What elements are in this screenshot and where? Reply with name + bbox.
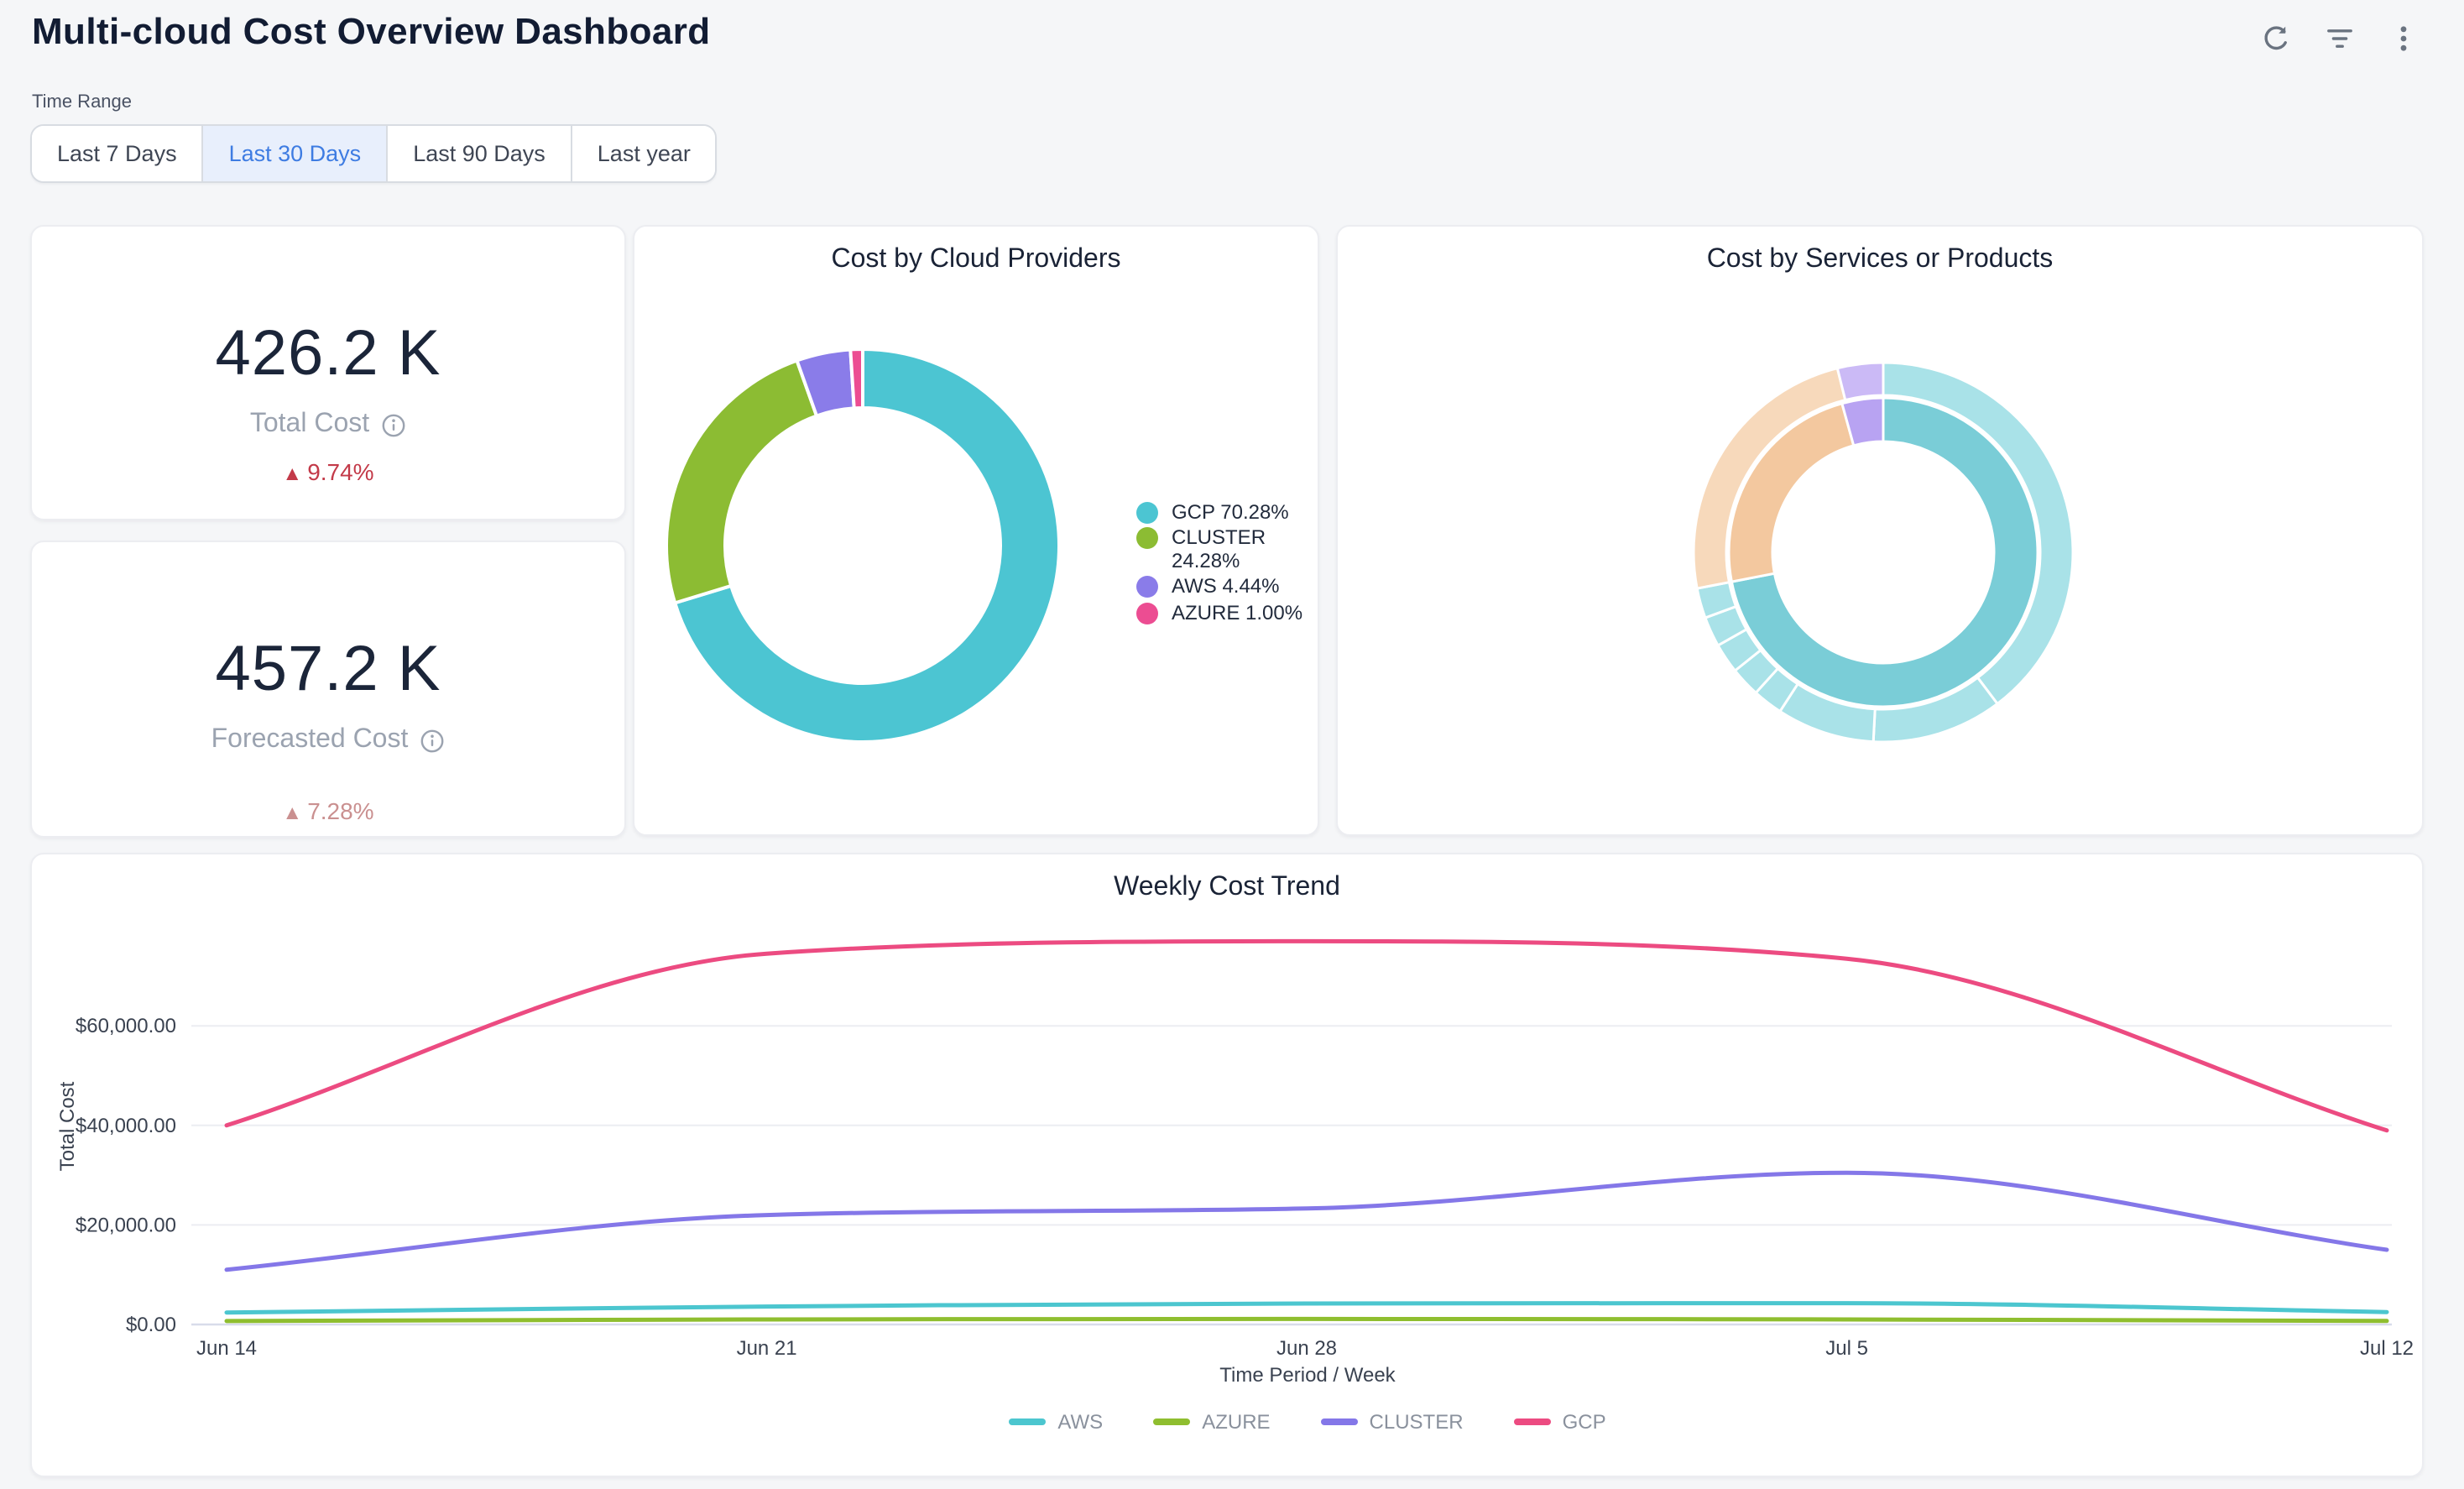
trend-line-CLUSTER [227, 1173, 2387, 1270]
up-triangle-icon: ▲ [282, 462, 302, 485]
header-toolbar [2259, 22, 2420, 55]
trend-line-GCP [227, 941, 2387, 1130]
dashboard-page: { "header": { "title": "Multi-cloud Cost… [0, 0, 2464, 1489]
time-range-button-last-year[interactable]: Last year [572, 126, 716, 181]
x-axis-title: Time Period / Week [190, 1363, 2425, 1387]
trend-legend-item-AWS[interactable]: AWS [1009, 1410, 1103, 1434]
legend-label: GCP 70.28% [1172, 500, 1289, 524]
time-range-button-last-30-days[interactable]: Last 30 Days [204, 126, 389, 181]
x-tick-label: Jun 21 [737, 1337, 797, 1360]
refresh-icon[interactable] [2259, 22, 2293, 55]
y-tick-label: $20,000.00 [76, 1214, 176, 1236]
forecasted-cost-value: 457.2 K [32, 638, 624, 702]
legend-label: AWS [1057, 1410, 1103, 1434]
y-tick-label: $0.00 [126, 1314, 176, 1336]
kebab-menu-icon[interactable] [2387, 22, 2420, 55]
y-tick-label: $60,000.00 [76, 1015, 176, 1037]
legend-label: GCP [1563, 1410, 1606, 1434]
donut-segment-AZURE[interactable] [850, 349, 863, 408]
trend-line-AZURE [227, 1319, 2387, 1320]
trend-legend-item-GCP[interactable]: GCP [1514, 1410, 1606, 1434]
info-icon[interactable] [420, 728, 445, 753]
delta-value: 9.74% [307, 458, 373, 485]
weekly-cost-trend-card: Weekly Cost Trend $0.00$20,000.00$40,000… [30, 853, 2424, 1477]
providers-legend-item-AZURE[interactable]: AZURE 1.00% [1136, 600, 1318, 624]
kpi-label-text: Total Cost [250, 410, 369, 440]
total-cost-card: 426.2 K Total Cost ▲9.74% [30, 225, 626, 520]
x-tick-label: Jul 12 [2360, 1337, 2414, 1360]
legend-label: AWS 4.44% [1172, 575, 1280, 598]
providers-legend-item-CLUSTER[interactable]: CLUSTER 24.28% [1136, 525, 1318, 573]
forecasted-cost-delta: ▲7.28% [32, 797, 624, 824]
up-triangle-icon: ▲ [282, 801, 302, 824]
kpi-label-text: Forecasted Cost [211, 725, 409, 755]
legend-dot [1136, 527, 1158, 549]
trend-legend-item-CLUSTER[interactable]: CLUSTER [1321, 1410, 1464, 1434]
page-title: Multi-cloud Cost Overview Dashboard [32, 10, 711, 54]
providers-legend-item-GCP[interactable]: GCP 70.28% [1136, 500, 1318, 524]
providers-legend: GCP 70.28%CLUSTER 24.28%AWS 4.44%AZURE 1… [1136, 500, 1318, 626]
donut-segment-CLUSTER[interactable] [666, 361, 817, 603]
trend-legend-item-AZURE[interactable]: AZURE [1153, 1410, 1270, 1434]
legend-label: AZURE [1202, 1410, 1270, 1434]
time-range-button-last-7-days[interactable]: Last 7 Days [32, 126, 204, 181]
trend-line-AWS [227, 1304, 2387, 1313]
legend-line-swatch [1321, 1419, 1358, 1425]
legend-line-swatch [1153, 1419, 1190, 1425]
forecasted-cost-label: Forecasted Cost [32, 725, 624, 755]
total-cost-delta: ▲9.74% [32, 458, 624, 485]
filter-icon[interactable] [2323, 22, 2357, 55]
cost-by-services-card: Cost by Services or Products [1336, 225, 2424, 836]
legend-line-swatch [1009, 1419, 1046, 1425]
legend-label: AZURE 1.00% [1172, 600, 1302, 624]
info-icon[interactable] [381, 412, 406, 437]
legend-dot [1136, 577, 1158, 598]
sunburst-outer-segment[interactable] [1837, 363, 1883, 400]
y-axis-title: Total Cost [55, 1082, 79, 1172]
trend-legend: AWS AZURE CLUSTER GCP [190, 1410, 2425, 1434]
x-tick-label: Jun 28 [1276, 1337, 1337, 1360]
legend-dot [1136, 602, 1158, 624]
total-cost-label: Total Cost [32, 410, 624, 440]
legend-dot [1136, 502, 1158, 524]
forecasted-cost-card: 457.2 K Forecasted Cost ▲7.28% [30, 541, 626, 838]
time-range-group: Last 7 DaysLast 30 DaysLast 90 DaysLast … [30, 124, 718, 183]
services-sunburst-chart [1338, 227, 2422, 834]
legend-label: CLUSTER 24.28% [1172, 525, 1318, 573]
time-range-button-last-90-days[interactable]: Last 90 Days [388, 126, 572, 181]
y-tick-label: $40,000.00 [76, 1115, 176, 1137]
delta-value: 7.28% [307, 797, 373, 824]
time-range-label: Time Range [32, 92, 132, 112]
x-tick-label: Jun 14 [196, 1337, 257, 1360]
legend-line-swatch [1514, 1419, 1551, 1425]
legend-label: CLUSTER [1370, 1410, 1464, 1434]
x-tick-label: Jul 5 [1825, 1337, 1868, 1360]
cost-by-cloud-providers-card: Cost by Cloud Providers GCP 70.28%CLUSTE… [633, 225, 1319, 836]
providers-legend-item-AWS[interactable]: AWS 4.44% [1136, 575, 1318, 598]
total-cost-value: 426.2 K [32, 322, 624, 386]
